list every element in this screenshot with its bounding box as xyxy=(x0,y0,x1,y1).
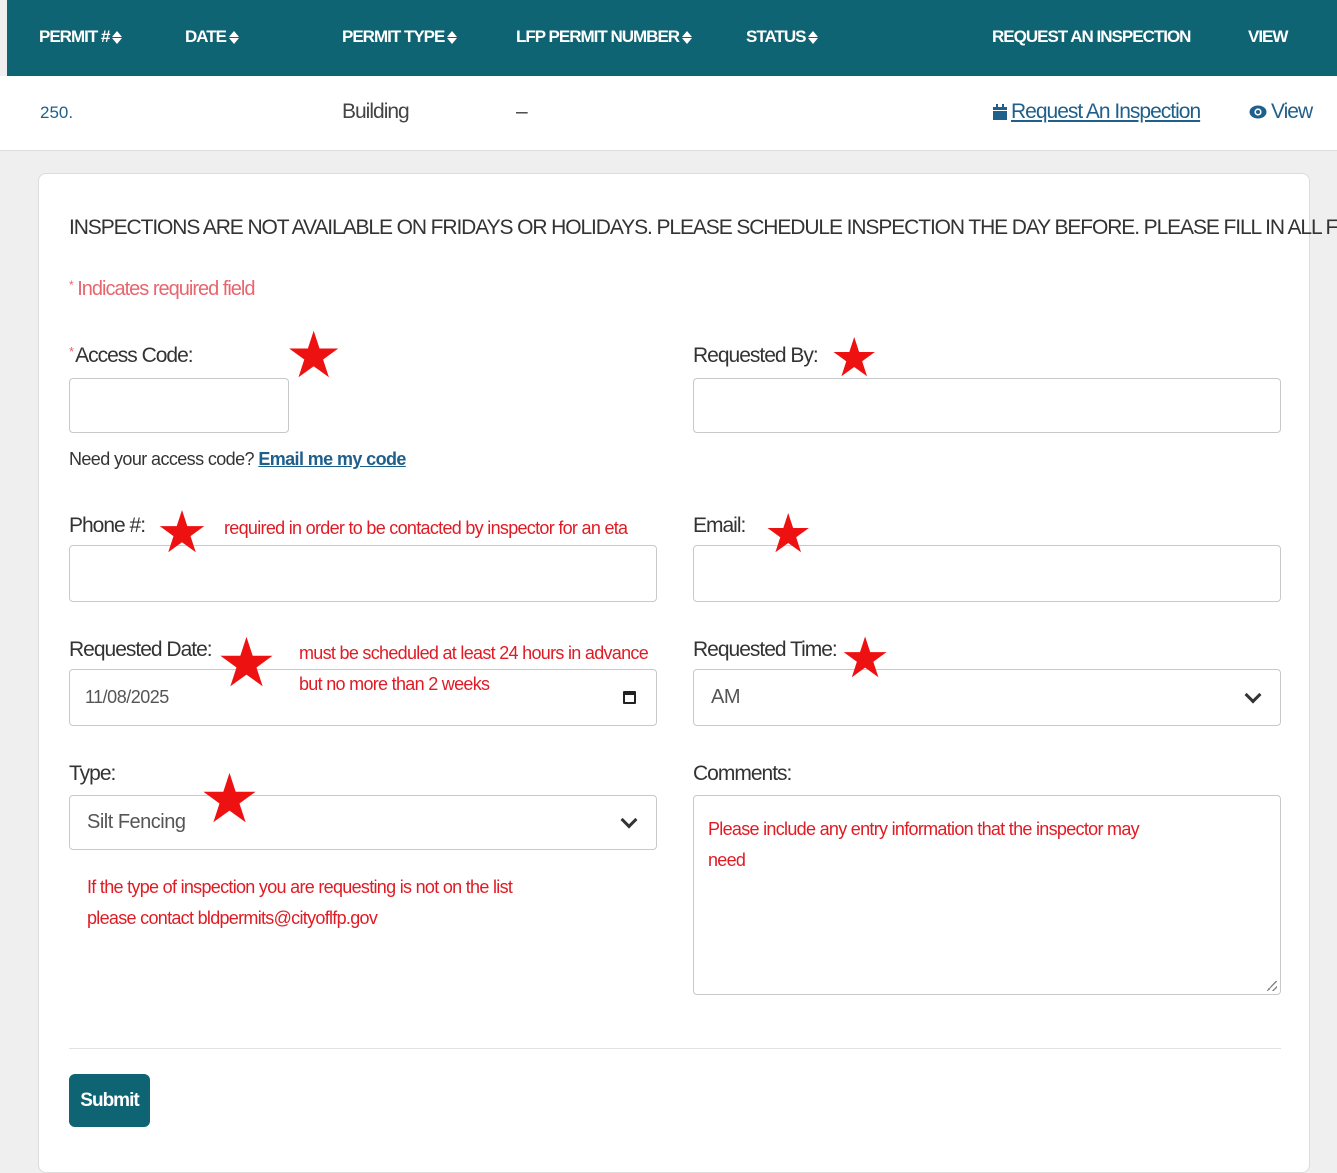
star-annotation-phone: ★ xyxy=(156,498,208,566)
calendar-icon xyxy=(993,103,1007,120)
star-annotation-email: ★ xyxy=(764,502,813,565)
column-header-view: VIEW xyxy=(1248,27,1288,46)
cell-lfp-permit-number: – xyxy=(516,100,528,123)
requested-date-label: Requested Date: xyxy=(69,638,213,661)
column-header-permit-number[interactable]: PERMIT # xyxy=(39,27,123,47)
permits-table-header: PERMIT # DATE PERMIT TYPE LFP PERMIT NUM… xyxy=(7,0,1337,76)
sort-icon xyxy=(808,29,819,45)
chevron-down-icon xyxy=(620,811,638,828)
type-annotation: If the type of inspection you are reques… xyxy=(87,877,513,928)
inspection-request-form: INSPECTIONS ARE NOT AVAILABLE ON FRIDAYS… xyxy=(38,173,1337,1173)
sort-icon xyxy=(682,29,693,45)
inspection-notice: INSPECTIONS ARE NOT AVAILABLE ON FRIDAYS… xyxy=(69,216,1337,239)
access-code-label: *Access Code: xyxy=(69,344,194,367)
request-inspection-link[interactable]: Request An Inspection xyxy=(992,100,1201,124)
requested-by-label: Requested By: xyxy=(693,344,819,367)
star-annotation-requested-time: ★ xyxy=(840,626,891,691)
column-header-permit-type[interactable]: PERMIT TYPE xyxy=(342,27,458,47)
phone-label: Phone #: xyxy=(69,514,146,537)
required-field-note: * Indicates required field xyxy=(69,278,255,300)
requested-by-input[interactable] xyxy=(693,378,1281,433)
column-header-lfp-permit-number[interactable]: LFP PERMIT NUMBER xyxy=(516,27,693,47)
column-header-status[interactable]: STATUS xyxy=(746,27,819,47)
requested-time-label: Requested Time: xyxy=(693,638,838,661)
resize-handle-icon[interactable] xyxy=(1267,981,1277,991)
star-annotation-type: ★ xyxy=(199,760,260,839)
column-header-date[interactable]: DATE xyxy=(185,27,240,47)
email-label: Email: xyxy=(693,514,746,537)
access-code-help: Need your access code? Email me my code xyxy=(69,449,406,469)
sort-icon xyxy=(447,29,458,45)
star-annotation-requested-by: ★ xyxy=(830,326,879,389)
table-row: 250. Building – Request An Inspection Vi… xyxy=(0,76,1337,151)
sort-icon xyxy=(112,29,123,45)
submit-button[interactable]: Submit xyxy=(69,1074,150,1127)
star-annotation-access-code: ★ xyxy=(285,319,343,393)
requested-time-select[interactable]: AM xyxy=(693,669,1281,726)
comments-label: Comments: xyxy=(693,762,792,785)
phone-annotation: required in order to be contacted by ins… xyxy=(224,518,628,538)
access-code-input[interactable] xyxy=(69,378,289,433)
inspection-type-select[interactable]: Silt Fencing xyxy=(69,795,657,850)
form-divider xyxy=(69,1048,1281,1049)
chevron-down-icon xyxy=(1244,686,1262,703)
star-annotation-requested-date: ★ xyxy=(216,624,277,703)
view-link[interactable]: View xyxy=(1249,100,1313,124)
column-header-request-inspection: REQUEST AN INSPECTION xyxy=(992,27,1191,46)
comments-annotation: Please include any entry information tha… xyxy=(708,819,1140,870)
cell-permit-number: 250. xyxy=(40,103,74,122)
sort-icon xyxy=(229,29,240,45)
email-code-link[interactable]: Email me my code xyxy=(258,449,406,469)
type-label: Type: xyxy=(69,762,116,785)
cell-permit-type: Building xyxy=(342,100,410,123)
eye-icon xyxy=(1249,105,1267,119)
date-annotation: must be scheduled at least 24 hours in a… xyxy=(299,643,649,694)
